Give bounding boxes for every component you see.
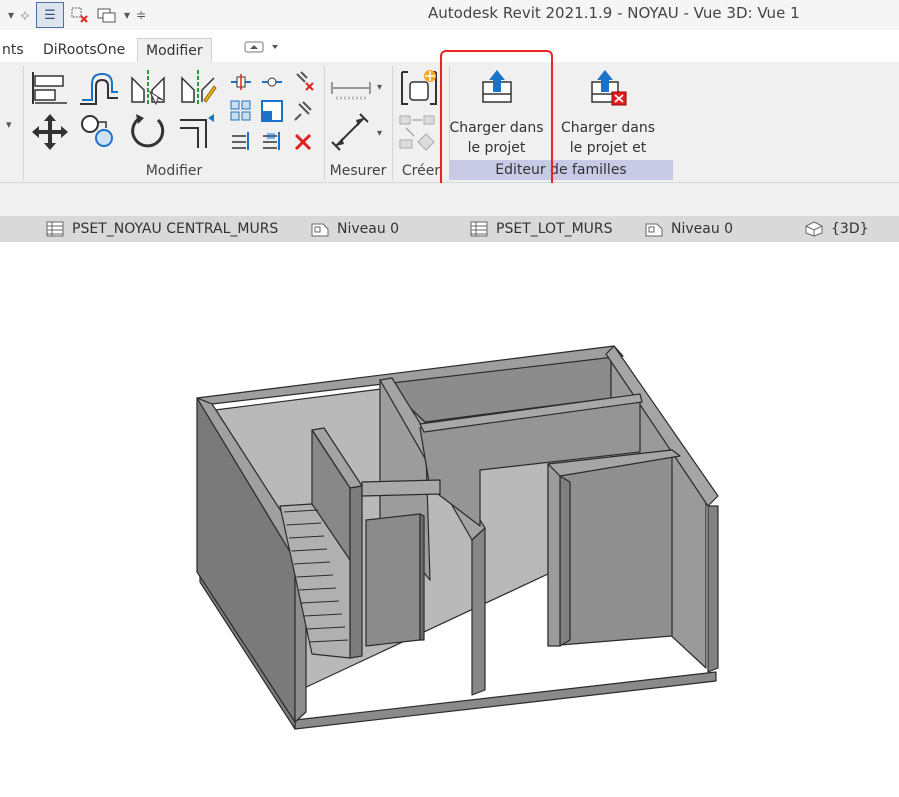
- options-bar: [0, 183, 899, 216]
- 3d-view-icon: [805, 221, 823, 237]
- view-tabs-bar: PSET_NOYAU CENTRAL_MURS Niveau 0 PSET_LO…: [0, 216, 899, 242]
- aligned-dimension-icon[interactable]: [330, 112, 372, 152]
- copy-icon[interactable]: [78, 112, 118, 152]
- offset-icon[interactable]: [78, 70, 120, 106]
- view-tab-3d[interactable]: {3D}: [805, 216, 869, 242]
- title-bar: ▾ ⟡ ☰ ▾ ≑ Autodesk Revit 2021.1.9 - NOYA…: [0, 0, 899, 30]
- create-group-icon[interactable]: [398, 68, 440, 108]
- plan-view-icon: [645, 223, 663, 237]
- tag-icon[interactable]: ⟡: [20, 3, 30, 27]
- window-title: Autodesk Revit 2021.1.9 - NOYAU - Vue 3D…: [428, 4, 800, 22]
- create-similar-icon[interactable]: [398, 112, 440, 152]
- tab-partial[interactable]: nts: [0, 38, 32, 62]
- panel-label-mesurer: Mesurer: [329, 163, 387, 179]
- view-tab-pset-noyau[interactable]: PSET_NOYAU CENTRAL_MURS: [46, 216, 278, 242]
- mirror-pick-axis-icon[interactable]: [128, 70, 168, 106]
- stair-core-edge: [349, 485, 363, 659]
- dropdown-arrow-icon[interactable]: ▾: [8, 3, 14, 27]
- trim-extend-single-icon[interactable]: [261, 130, 283, 152]
- view-tab-label: {3D}: [831, 221, 869, 237]
- split-with-gap-icon[interactable]: [261, 72, 283, 92]
- slab-front-face: [294, 671, 717, 730]
- view-tab-label: Niveau 0: [671, 221, 734, 237]
- view-tab-niveau-0-b[interactable]: Niveau 0: [645, 216, 733, 242]
- 3d-view-canvas[interactable]: [0, 242, 899, 793]
- door-jamb: [419, 513, 425, 641]
- right-wall-end: [707, 505, 719, 673]
- right-room-edge: [559, 475, 571, 647]
- pin-icon[interactable]: [293, 100, 315, 122]
- quick-access-toolbar: ▾ ⟡ ☰ ▾ ≑: [0, 0, 146, 30]
- view-tab-label: Niveau 0: [337, 221, 400, 237]
- building-model[interactable]: [0, 242, 899, 793]
- customize-toolbar-icon[interactable]: ≑: [136, 3, 146, 27]
- load-and-close-icon: [591, 70, 627, 106]
- switch-windows-icon[interactable]: [96, 3, 118, 27]
- tab-dirootsone[interactable]: DiRootsOne: [35, 38, 133, 62]
- dropdown-arrow-icon[interactable]: ▾: [124, 3, 130, 27]
- central-partition-end: [471, 527, 486, 696]
- schedule-icon: [46, 221, 64, 237]
- unpin-icon[interactable]: [293, 70, 315, 92]
- trim-extend-multiple-icon[interactable]: [230, 130, 252, 152]
- move-icon[interactable]: [30, 112, 70, 152]
- mirror-draw-axis-icon[interactable]: [178, 70, 218, 106]
- align-icon[interactable]: [30, 70, 70, 106]
- right-room-side: [547, 463, 561, 647]
- door-header: [361, 479, 441, 497]
- view-tab-label: PSET_NOYAU CENTRAL_MURS: [72, 221, 279, 237]
- trim-extend-corner-icon[interactable]: [178, 112, 218, 152]
- delete-icon[interactable]: [293, 132, 313, 152]
- panel-toggle-button[interactable]: [236, 38, 288, 62]
- rotate-icon[interactable]: [128, 112, 168, 152]
- plan-view-icon: [311, 223, 329, 237]
- schedule-icon: [470, 221, 488, 237]
- scale-icon[interactable]: [261, 100, 283, 122]
- tab-modifier[interactable]: Modifier: [137, 38, 212, 63]
- highlight-annotation: [440, 50, 553, 198]
- view-tab-niveau-0[interactable]: Niveau 0: [311, 216, 399, 242]
- thin-lines-icon[interactable]: ☰: [35, 2, 64, 28]
- view-tab-label: PSET_LOT_MURS: [496, 221, 613, 237]
- panel-label-modifier: Modifier: [145, 163, 203, 179]
- dropdown-arrow-icon[interactable]: ▾: [377, 82, 382, 93]
- dropdown-arrow-icon[interactable]: ▾: [6, 118, 12, 131]
- split-element-icon[interactable]: [230, 72, 252, 92]
- load-and-close-label-1: Charger dans: [560, 120, 656, 136]
- view-tab-pset-lot[interactable]: PSET_LOT_MURS: [470, 216, 613, 242]
- array-icon[interactable]: [230, 100, 252, 122]
- door-opening: [365, 513, 421, 647]
- measure-between-references-icon[interactable]: [330, 76, 372, 100]
- close-hidden-windows-icon[interactable]: [70, 3, 90, 27]
- dropdown-arrow-icon[interactable]: ▾: [377, 128, 382, 139]
